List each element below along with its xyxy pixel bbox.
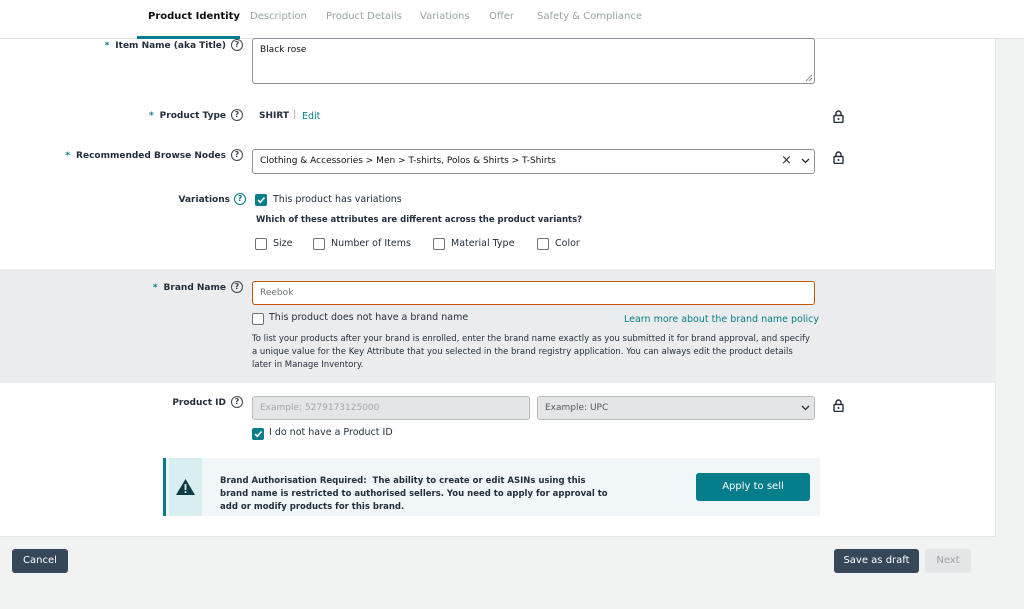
- apply-to-sell-button[interactable]: Apply to sell: [696, 473, 810, 501]
- product-type-help-icon[interactable]: ?: [231, 109, 243, 121]
- resize-handle-icon[interactable]: [805, 74, 813, 82]
- browse-nodes-label: * Recommended Browse Nodes: [65, 151, 226, 161]
- no-brand-label: This product does not have a brand name: [269, 312, 469, 323]
- number-of-items-checkbox[interactable]: [313, 238, 325, 250]
- save-draft-button[interactable]: Save as draft: [834, 549, 919, 573]
- tab-safety-compliance[interactable]: Safety & Compliance: [537, 11, 642, 22]
- number-of-items-label: Number of Items: [331, 238, 411, 249]
- lock-icon: [833, 151, 844, 164]
- chevron-down-icon[interactable]: [801, 405, 810, 411]
- variations-help-icon[interactable]: ?: [234, 193, 246, 205]
- lock-icon: [833, 399, 844, 412]
- tab-description[interactable]: Description: [250, 11, 307, 22]
- has-variations-label: This product has variations: [273, 194, 402, 205]
- no-product-id-label: I do not have a Product ID: [269, 427, 393, 438]
- color-checkbox[interactable]: [537, 238, 549, 250]
- tab-product-identity[interactable]: Product Identity: [148, 11, 240, 22]
- chevron-down-icon[interactable]: [801, 158, 810, 164]
- product-type-value: SHIRT: [259, 111, 290, 121]
- item-name-help-icon[interactable]: ?: [231, 39, 243, 51]
- material-type-checkbox[interactable]: [433, 238, 445, 250]
- no-brand-checkbox[interactable]: [252, 313, 264, 325]
- variations-question: Which of these attributes are different …: [256, 215, 583, 225]
- color-label: Color: [555, 238, 580, 249]
- item-name-label: * Item Name (aka Title): [104, 41, 226, 51]
- cancel-button[interactable]: Cancel: [12, 549, 68, 573]
- separator: |: [293, 109, 297, 120]
- tab-product-details[interactable]: Product Details: [326, 11, 402, 22]
- brand-policy-link[interactable]: Learn more about the brand name policy: [624, 314, 819, 325]
- size-label: Size: [273, 238, 293, 249]
- next-button[interactable]: Next: [925, 549, 971, 573]
- material-type-label: Material Type: [451, 238, 515, 249]
- lock-icon: [833, 110, 844, 123]
- browse-nodes-select[interactable]: Clothing & Accessories > Men > T-shirts,…: [252, 149, 815, 174]
- browse-nodes-help-icon[interactable]: ?: [231, 149, 243, 161]
- brand-authorisation-alert: Brand Authorisation Required: The abilit…: [163, 458, 820, 516]
- tab-offer[interactable]: Offer: [489, 11, 514, 22]
- has-variations-checkbox[interactable]: [255, 194, 267, 206]
- brand-name-help-icon[interactable]: ?: [231, 281, 243, 293]
- brand-name-label: * Brand Name: [152, 283, 226, 293]
- tab-variations[interactable]: Variations: [420, 11, 470, 22]
- size-checkbox[interactable]: [255, 238, 267, 250]
- product-id-help-icon[interactable]: ?: [231, 396, 243, 408]
- product-type-label: * Product Type: [148, 111, 226, 121]
- product-type-edit-link[interactable]: Edit: [302, 111, 320, 122]
- warning-icon: [176, 479, 195, 495]
- alert-message: Brand Authorisation Required: The abilit…: [220, 476, 608, 512]
- item-name-textarea[interactable]: Black rose: [252, 38, 815, 84]
- variations-label: Variations: [178, 195, 230, 205]
- brand-name-input[interactable]: Reebok: [252, 281, 815, 305]
- product-id-input[interactable]: Example: 5279173125000: [252, 396, 530, 420]
- brand-name-help-text: To list your products after your brand i…: [252, 334, 810, 370]
- no-product-id-checkbox[interactable]: [252, 428, 264, 440]
- product-id-label: Product ID: [172, 398, 226, 408]
- tab-bar: Product Identity Description Product Det…: [0, 0, 1024, 39]
- clear-icon[interactable]: ×: [781, 153, 792, 168]
- product-id-type-select[interactable]: Example: UPC: [537, 396, 815, 420]
